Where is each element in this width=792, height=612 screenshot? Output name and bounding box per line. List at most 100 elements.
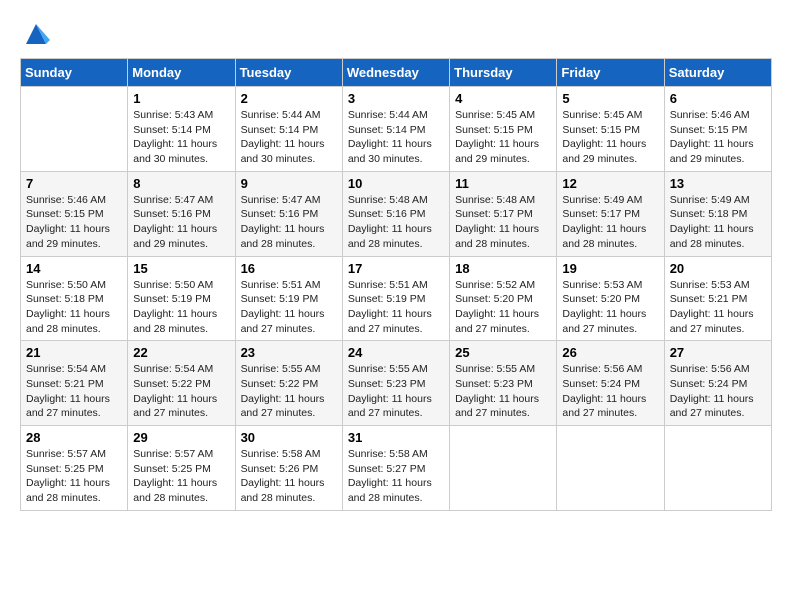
day-info: Sunrise: 5:50 AM Sunset: 5:18 PM Dayligh… — [26, 278, 122, 337]
day-info: Sunrise: 5:46 AM Sunset: 5:15 PM Dayligh… — [26, 193, 122, 252]
day-number: 13 — [670, 176, 766, 191]
day-info: Sunrise: 5:51 AM Sunset: 5:19 PM Dayligh… — [241, 278, 337, 337]
logo — [20, 20, 50, 48]
calendar-cell: 9 Sunrise: 5:47 AM Sunset: 5:16 PM Daylig… — [235, 171, 342, 256]
day-number: 8 — [133, 176, 229, 191]
calendar-cell: 14 Sunrise: 5:50 AM Sunset: 5:18 PM Dayli… — [21, 256, 128, 341]
calendar-cell: 29 Sunrise: 5:57 AM Sunset: 5:25 PM Dayli… — [128, 426, 235, 511]
day-number: 5 — [562, 91, 658, 106]
header-friday: Friday — [557, 59, 664, 87]
header-saturday: Saturday — [664, 59, 771, 87]
header-tuesday: Tuesday — [235, 59, 342, 87]
header-wednesday: Wednesday — [342, 59, 449, 87]
day-info: Sunrise: 5:50 AM Sunset: 5:19 PM Dayligh… — [133, 278, 229, 337]
calendar-cell: 6Sunrise: 5:46 AM Sunset: 5:15 PM Daylig… — [664, 87, 771, 172]
page-container: SundayMondayTuesdayWednesdayThursdayFrid… — [20, 20, 772, 511]
day-number: 20 — [670, 261, 766, 276]
calendar-cell: 20 Sunrise: 5:53 AM Sunset: 5:21 PM Dayli… — [664, 256, 771, 341]
day-number: 26 — [562, 345, 658, 360]
day-info: Sunrise: 5:47 AM Sunset: 5:16 PM Dayligh… — [133, 193, 229, 252]
day-number: 27 — [670, 345, 766, 360]
header-thursday: Thursday — [450, 59, 557, 87]
calendar-table: SundayMondayTuesdayWednesdayThursdayFrid… — [20, 58, 772, 511]
day-number: 6 — [670, 91, 766, 106]
day-number: 23 — [241, 345, 337, 360]
day-info: Sunrise: 5:48 AM Sunset: 5:17 PM Dayligh… — [455, 193, 551, 252]
calendar-cell: 4 Sunrise: 5:45 AM Sunset: 5:15 PM Daylig… — [450, 87, 557, 172]
day-number: 24 — [348, 345, 444, 360]
calendar-cell: 7 Sunrise: 5:46 AM Sunset: 5:15 PM Daylig… — [21, 171, 128, 256]
calendar-cell: 17 Sunrise: 5:51 AM Sunset: 5:19 PM Dayli… — [342, 256, 449, 341]
day-info: Sunrise: 5:44 AM Sunset: 5:14 PM Dayligh… — [241, 108, 337, 167]
day-info: Sunrise: 5:57 AM Sunset: 5:25 PM Dayligh… — [133, 447, 229, 506]
day-number: 28 — [26, 430, 122, 445]
calendar-cell: 18Sunrise: 5:52 AM Sunset: 5:20 PM Dayli… — [450, 256, 557, 341]
day-info: Sunrise: 5:53 AM Sunset: 5:20 PM Dayligh… — [562, 278, 658, 337]
day-info: Sunrise: 5:56 AM Sunset: 5:24 PM Dayligh… — [562, 362, 658, 421]
calendar-cell: 31 Sunrise: 5:58 AM Sunset: 5:27 PM Dayli… — [342, 426, 449, 511]
day-number: 18 — [455, 261, 551, 276]
logo-icon — [22, 20, 50, 48]
day-info: Sunrise: 5:58 AM Sunset: 5:27 PM Dayligh… — [348, 447, 444, 506]
calendar-cell — [557, 426, 664, 511]
calendar-cell: 1 Sunrise: 5:43 AM Sunset: 5:14 PM Daylig… — [128, 87, 235, 172]
day-info: Sunrise: 5:54 AM Sunset: 5:21 PM Dayligh… — [26, 362, 122, 421]
day-number: 25 — [455, 345, 551, 360]
calendar-cell: 5Sunrise: 5:45 AM Sunset: 5:15 PM Daylig… — [557, 87, 664, 172]
day-number: 14 — [26, 261, 122, 276]
calendar-cell: 28 Sunrise: 5:57 AM Sunset: 5:25 PM Dayli… — [21, 426, 128, 511]
calendar-week-3: 14 Sunrise: 5:50 AM Sunset: 5:18 PM Dayli… — [21, 256, 772, 341]
day-number: 12 — [562, 176, 658, 191]
day-info: Sunrise: 5:47 AM Sunset: 5:16 PM Dayligh… — [241, 193, 337, 252]
day-number: 11 — [455, 176, 551, 191]
calendar-cell: 13Sunrise: 5:49 AM Sunset: 5:18 PM Dayli… — [664, 171, 771, 256]
day-number: 1 — [133, 91, 229, 106]
calendar-cell: 10Sunrise: 5:48 AM Sunset: 5:16 PM Dayli… — [342, 171, 449, 256]
day-number: 9 — [241, 176, 337, 191]
calendar-cell — [664, 426, 771, 511]
calendar-header-row: SundayMondayTuesdayWednesdayThursdayFrid… — [21, 59, 772, 87]
day-number: 29 — [133, 430, 229, 445]
calendar-week-4: 21 Sunrise: 5:54 AM Sunset: 5:21 PM Dayli… — [21, 341, 772, 426]
day-number: 4 — [455, 91, 551, 106]
day-info: Sunrise: 5:43 AM Sunset: 5:14 PM Dayligh… — [133, 108, 229, 167]
day-number: 3 — [348, 91, 444, 106]
day-info: Sunrise: 5:49 AM Sunset: 5:17 PM Dayligh… — [562, 193, 658, 252]
day-number: 21 — [26, 345, 122, 360]
calendar-cell — [21, 87, 128, 172]
day-number: 2 — [241, 91, 337, 106]
calendar-cell: 27Sunrise: 5:56 AM Sunset: 5:24 PM Dayli… — [664, 341, 771, 426]
calendar-cell: 11 Sunrise: 5:48 AM Sunset: 5:17 PM Dayli… — [450, 171, 557, 256]
calendar-week-5: 28 Sunrise: 5:57 AM Sunset: 5:25 PM Dayli… — [21, 426, 772, 511]
day-info: Sunrise: 5:44 AM Sunset: 5:14 PM Dayligh… — [348, 108, 444, 167]
calendar-cell: 25 Sunrise: 5:55 AM Sunset: 5:23 PM Dayli… — [450, 341, 557, 426]
calendar-cell: 22Sunrise: 5:54 AM Sunset: 5:22 PM Dayli… — [128, 341, 235, 426]
calendar-cell: 24 Sunrise: 5:55 AM Sunset: 5:23 PM Dayli… — [342, 341, 449, 426]
day-number: 17 — [348, 261, 444, 276]
header — [20, 20, 772, 48]
calendar-cell: 12 Sunrise: 5:49 AM Sunset: 5:17 PM Dayli… — [557, 171, 664, 256]
day-info: Sunrise: 5:55 AM Sunset: 5:23 PM Dayligh… — [455, 362, 551, 421]
day-number: 10 — [348, 176, 444, 191]
calendar-cell: 8 Sunrise: 5:47 AM Sunset: 5:16 PM Daylig… — [128, 171, 235, 256]
day-number: 31 — [348, 430, 444, 445]
day-info: Sunrise: 5:57 AM Sunset: 5:25 PM Dayligh… — [26, 447, 122, 506]
calendar-cell: 15 Sunrise: 5:50 AM Sunset: 5:19 PM Dayli… — [128, 256, 235, 341]
day-number: 30 — [241, 430, 337, 445]
day-info: Sunrise: 5:54 AM Sunset: 5:22 PM Dayligh… — [133, 362, 229, 421]
day-number: 15 — [133, 261, 229, 276]
header-monday: Monday — [128, 59, 235, 87]
calendar-cell — [450, 426, 557, 511]
day-info: Sunrise: 5:55 AM Sunset: 5:23 PM Dayligh… — [348, 362, 444, 421]
calendar-cell: 30Sunrise: 5:58 AM Sunset: 5:26 PM Dayli… — [235, 426, 342, 511]
day-info: Sunrise: 5:55 AM Sunset: 5:22 PM Dayligh… — [241, 362, 337, 421]
day-info: Sunrise: 5:51 AM Sunset: 5:19 PM Dayligh… — [348, 278, 444, 337]
calendar-week-2: 7 Sunrise: 5:46 AM Sunset: 5:15 PM Daylig… — [21, 171, 772, 256]
day-info: Sunrise: 5:45 AM Sunset: 5:15 PM Dayligh… — [455, 108, 551, 167]
calendar-cell: 21 Sunrise: 5:54 AM Sunset: 5:21 PM Dayli… — [21, 341, 128, 426]
calendar-cell: 2 Sunrise: 5:44 AM Sunset: 5:14 PM Daylig… — [235, 87, 342, 172]
day-info: Sunrise: 5:53 AM Sunset: 5:21 PM Dayligh… — [670, 278, 766, 337]
day-number: 7 — [26, 176, 122, 191]
calendar-cell: 26 Sunrise: 5:56 AM Sunset: 5:24 PM Dayli… — [557, 341, 664, 426]
calendar-cell: 23 Sunrise: 5:55 AM Sunset: 5:22 PM Dayli… — [235, 341, 342, 426]
